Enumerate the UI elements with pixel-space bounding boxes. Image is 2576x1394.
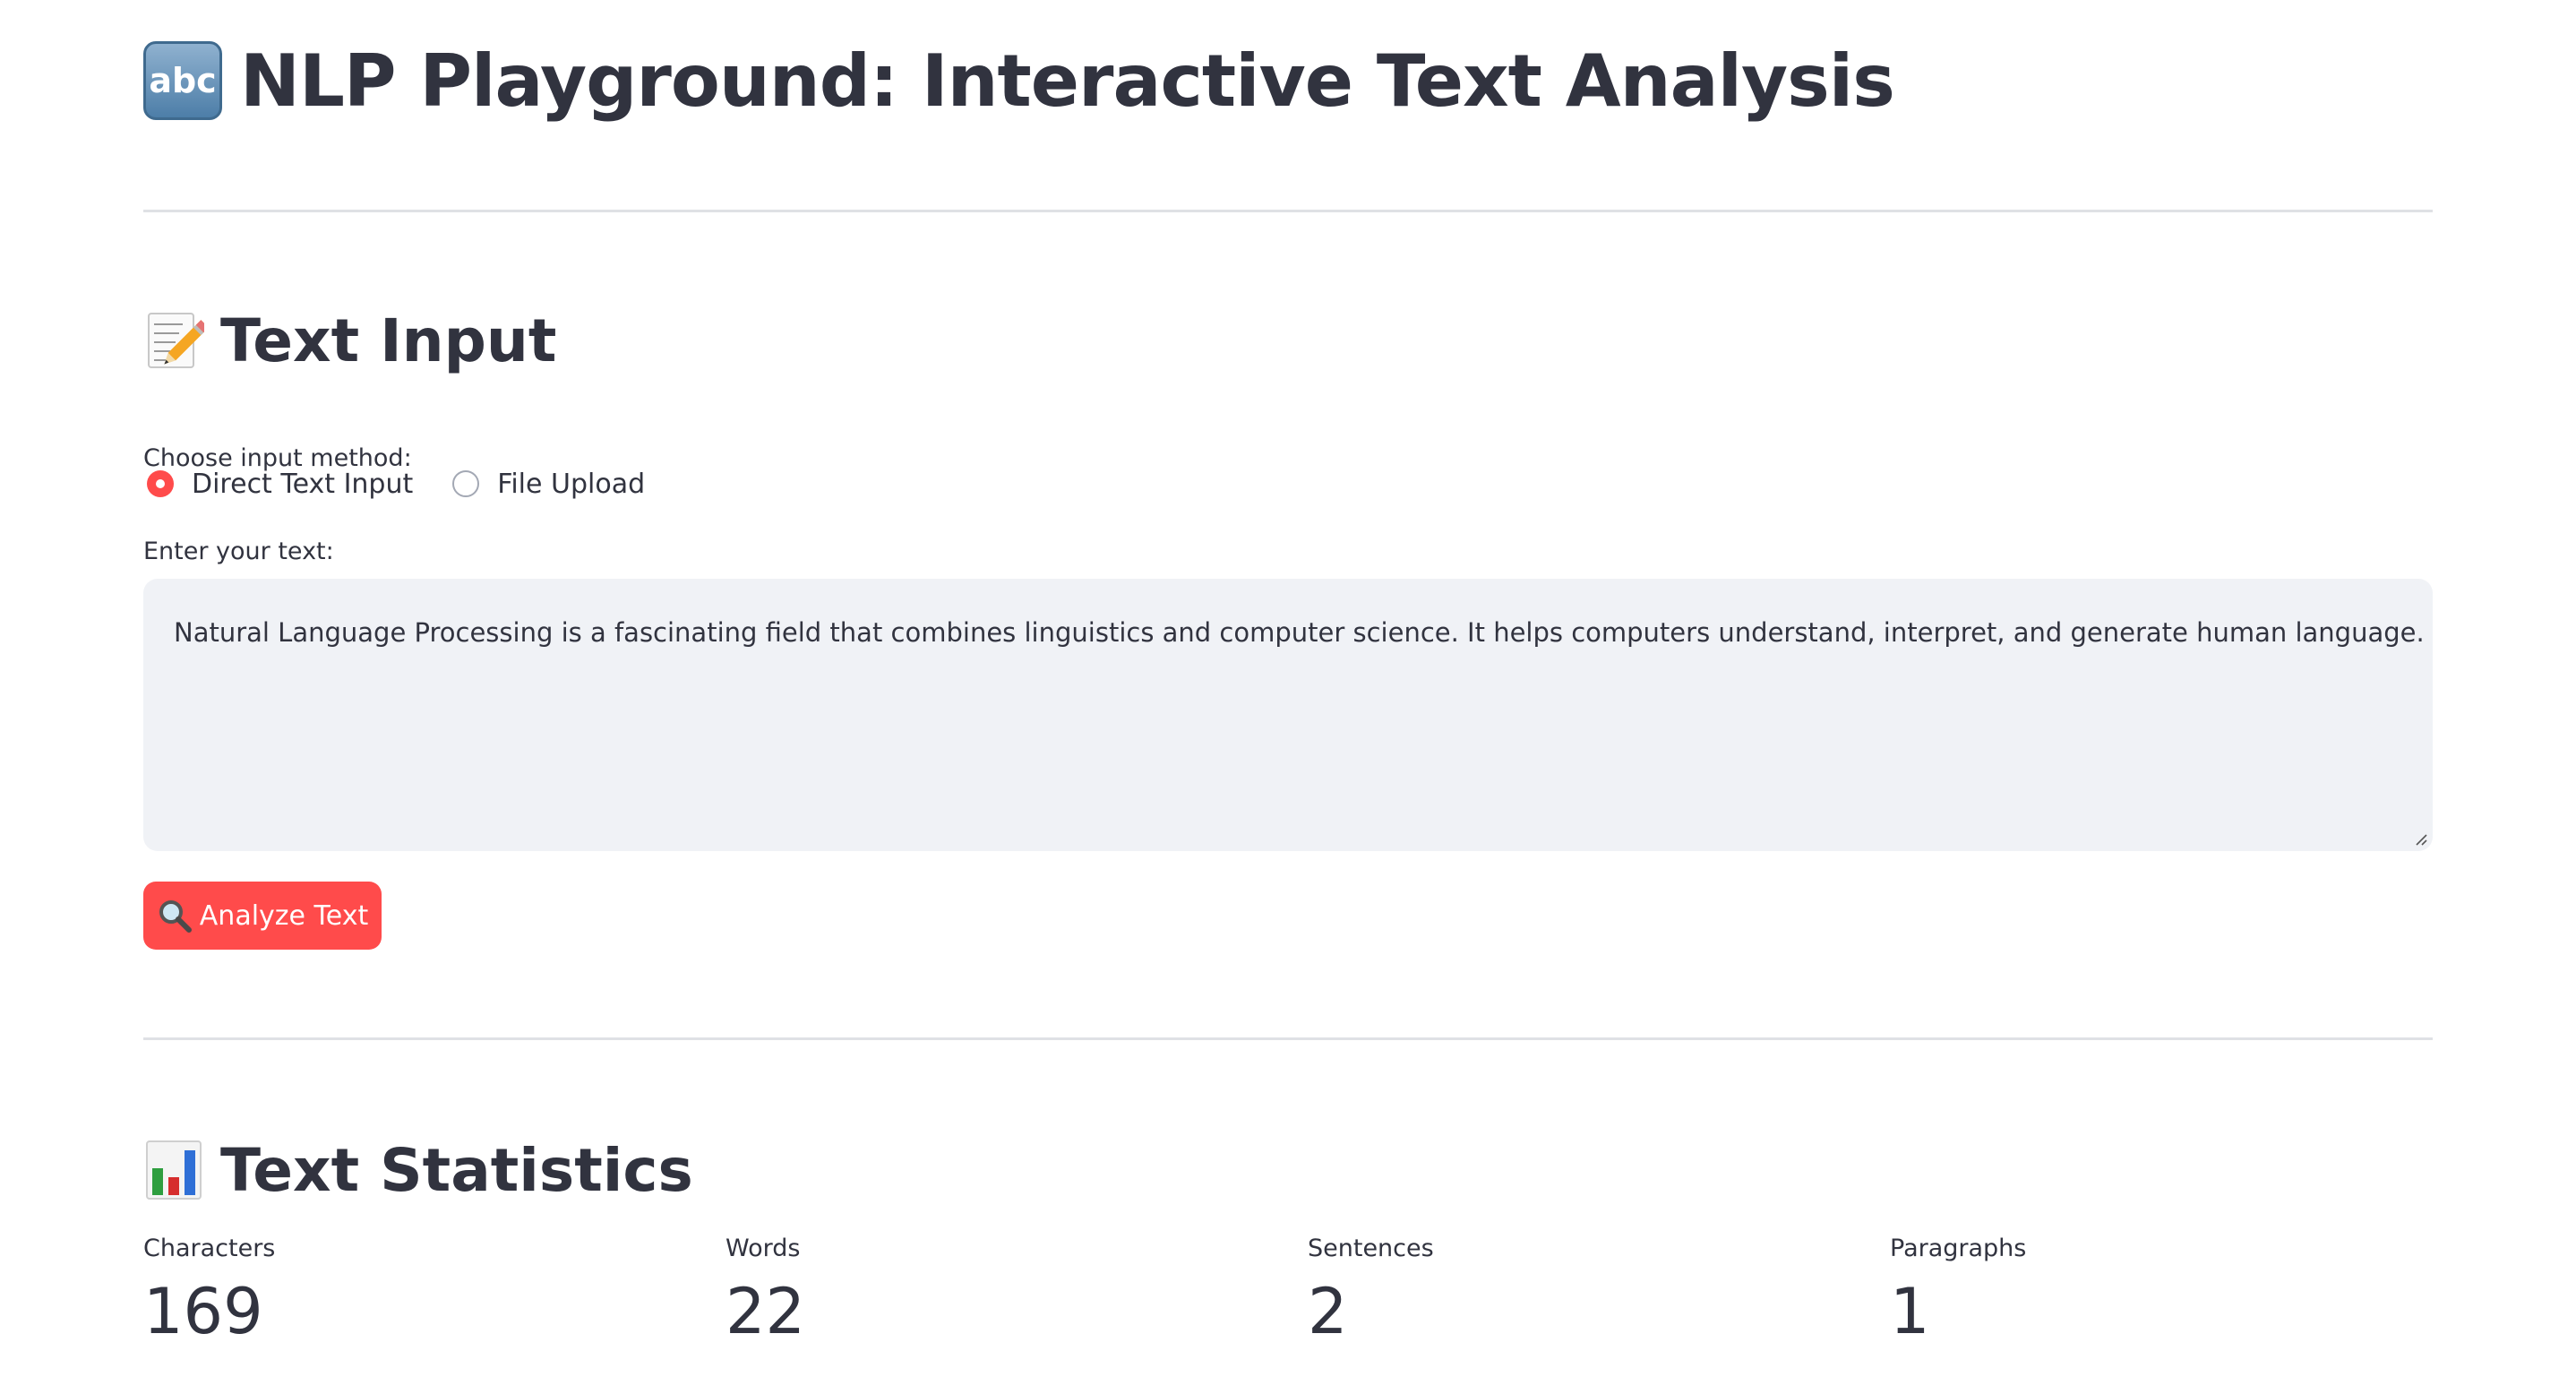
stat-value: 2: [1308, 1275, 1348, 1348]
stat-paragraphs: Paragraphs 1: [1890, 1235, 2026, 1348]
stat-sentences: Sentences 2: [1308, 1235, 1434, 1348]
text-input-heading-text: Text Input: [220, 305, 557, 375]
page-title: abc NLP Playground: Interactive Text Ana…: [143, 27, 1895, 134]
stat-value: 1: [1890, 1275, 1930, 1348]
text-input-heading: Text Input: [143, 296, 556, 385]
analyze-button-label: Analyze Text: [199, 899, 369, 932]
stat-label: Paragraphs: [1890, 1235, 2027, 1262]
radio-label-file-upload: File Upload: [497, 468, 646, 500]
radio-direct-text-input[interactable]: Direct Text Input: [143, 469, 413, 500]
statistics-row: Characters 169 Words 22 Sentences 2 Para…: [143, 1235, 2433, 1360]
divider: [143, 210, 2433, 212]
stat-value: 22: [726, 1275, 806, 1348]
text-input-value: Natural Language Processing is a fascina…: [174, 617, 2425, 648]
radio-unselected-icon: [452, 470, 480, 497]
stat-label: Words: [726, 1235, 801, 1262]
resize-handle-icon[interactable]: [2413, 831, 2427, 846]
stat-words: Words 22: [726, 1235, 805, 1348]
page-title-text: NLP Playground: Interactive Text Analysi…: [240, 39, 1895, 123]
text-area-label: Enter your text:: [143, 538, 334, 565]
radio-file-upload[interactable]: File Upload: [449, 469, 645, 500]
stat-characters: Characters 169: [143, 1235, 275, 1348]
bar-chart-icon: [146, 1140, 202, 1200]
abc-icon: abc: [143, 41, 222, 120]
input-method-radio-group: Direct Text Input File Upload: [143, 464, 681, 503]
text-statistics-heading: Text Statistics: [143, 1125, 693, 1215]
radio-label-direct: Direct Text Input: [192, 468, 414, 500]
magnifier-icon: [159, 900, 192, 933]
text-statistics-heading-text: Text Statistics: [220, 1135, 693, 1205]
stat-value: 169: [143, 1275, 263, 1348]
radio-selected-icon: [147, 470, 174, 497]
memo-icon: [148, 313, 204, 368]
stat-label: Sentences: [1308, 1235, 1434, 1262]
stat-label: Characters: [143, 1235, 276, 1262]
divider: [143, 1037, 2433, 1040]
analyze-text-button[interactable]: Analyze Text: [143, 882, 382, 950]
text-input-area[interactable]: Natural Language Processing is a fascina…: [143, 579, 2433, 851]
